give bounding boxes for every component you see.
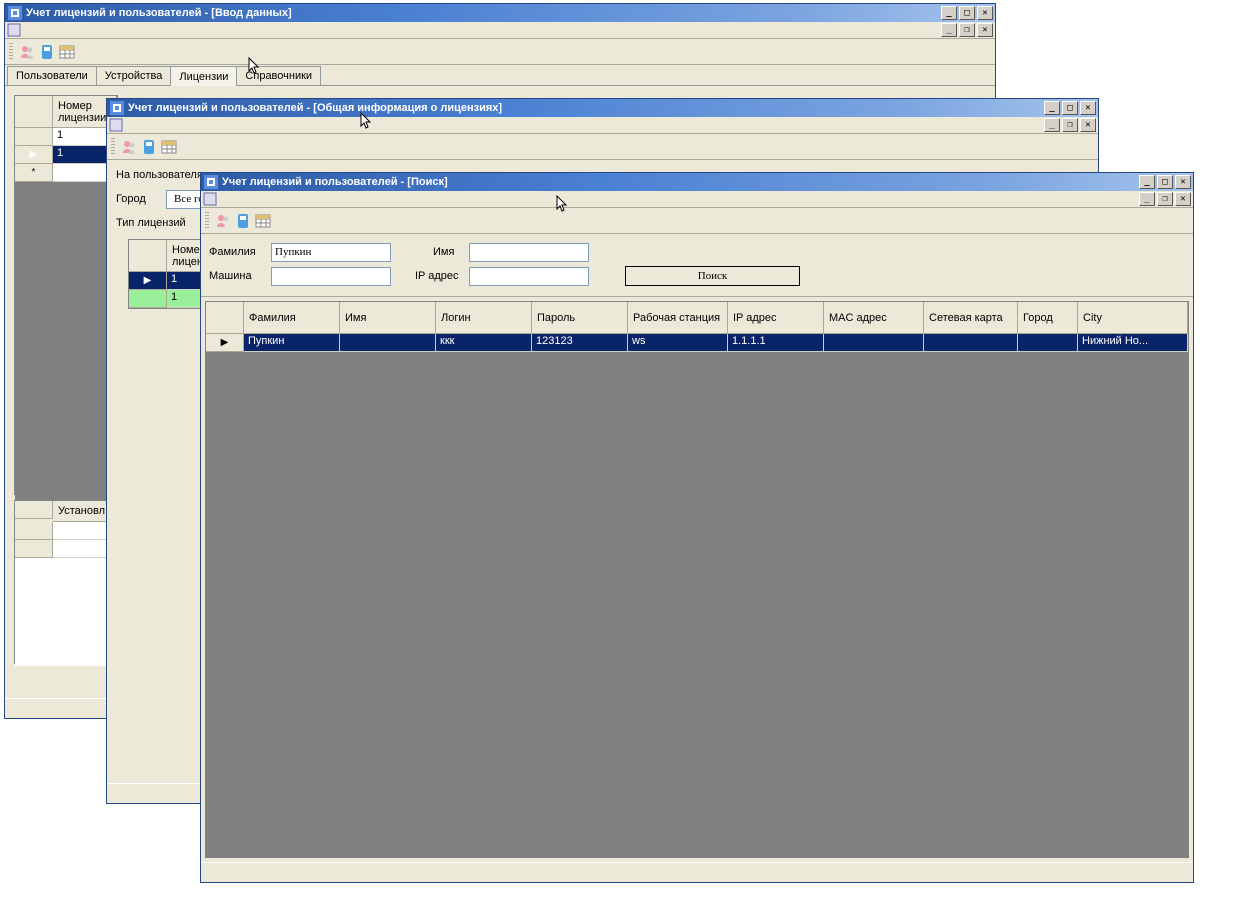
user-icon[interactable] (19, 44, 35, 60)
row-marker (129, 290, 167, 308)
close-button[interactable]: ✕ (1175, 175, 1191, 189)
key-icon[interactable] (235, 213, 251, 229)
mdi-bar-win1: _ ❐ ✕ (5, 22, 995, 39)
col-lastname[interactable]: Фамилия (244, 302, 340, 334)
titlebar-win2[interactable]: Учет лицензий и пользователей - [Общая и… (107, 99, 1098, 117)
app-icon (8, 6, 22, 20)
results-grid[interactable]: Фамилия Имя Логин Пароль Рабочая станция… (205, 301, 1189, 858)
firstname-input[interactable] (469, 243, 589, 262)
label-firstname: Имя (433, 246, 463, 258)
key-icon[interactable] (39, 44, 55, 60)
mdi-restore-button[interactable]: ❐ (1157, 192, 1173, 206)
tab-licenses[interactable]: Лицензии (170, 66, 237, 86)
col-workstation[interactable]: Рабочая станция (628, 302, 728, 334)
mdi-close-button[interactable]: ✕ (977, 23, 993, 37)
tabstrip-win1: Пользователи Устройства Лицензии Справоч… (5, 65, 995, 86)
minimize-button[interactable]: _ (1044, 101, 1060, 115)
label-per-user: На пользователя (116, 169, 203, 181)
mdi-minimize-button[interactable]: _ (941, 23, 957, 37)
table-icon[interactable] (59, 44, 75, 60)
mdi-close-button[interactable]: ✕ (1080, 118, 1096, 132)
mdi-restore-button[interactable]: ❐ (959, 23, 975, 37)
mdi-child-icon (109, 118, 123, 132)
label-lastname: Фамилия (209, 246, 265, 258)
statusbar-win3 (201, 862, 1193, 882)
toolbar-grip (111, 138, 115, 156)
col-login[interactable]: Логин (436, 302, 532, 334)
minimize-button[interactable]: _ (941, 6, 957, 20)
app-icon (204, 175, 218, 189)
user-icon[interactable] (215, 213, 231, 229)
row-marker (15, 128, 53, 146)
machine-input[interactable] (271, 267, 391, 286)
maximize-button[interactable]: □ (959, 6, 975, 20)
table-row[interactable] (15, 540, 117, 558)
mdi-minimize-button[interactable]: _ (1139, 192, 1155, 206)
title-text-win2: Учет лицензий и пользователей - [Общая и… (128, 102, 502, 114)
toolbar-win1 (5, 39, 995, 65)
table-icon[interactable] (161, 139, 177, 155)
tab-users[interactable]: Пользователи (7, 66, 97, 85)
title-text-win1: Учет лицензий и пользователей - [Ввод да… (26, 7, 292, 19)
maximize-button[interactable]: □ (1062, 101, 1078, 115)
mdi-bar-win2: _ ❐ ✕ (107, 117, 1098, 134)
table-row[interactable]: ▶ Пупкин ккк 123123 ws 1.1.1.1 Нижний Но… (206, 334, 1188, 352)
mdi-close-button[interactable]: ✕ (1175, 192, 1191, 206)
ip-input[interactable] (469, 267, 589, 286)
lastname-input[interactable] (271, 243, 391, 262)
col-firstname[interactable]: Имя (340, 302, 436, 334)
table-row[interactable]: * (15, 164, 117, 182)
label-city: Город (116, 193, 160, 205)
minimize-button[interactable]: _ (1139, 175, 1155, 189)
maximize-button[interactable]: □ (1157, 175, 1173, 189)
grid-body-empty (206, 352, 1188, 857)
license-grid-top[interactable]: Номер лицензии 1 ▶ 1 * (14, 95, 118, 495)
license-grid-bottom[interactable]: Установл. (14, 500, 118, 664)
mdi-minimize-button[interactable]: _ (1044, 118, 1060, 132)
mdi-restore-button[interactable]: ❐ (1062, 118, 1078, 132)
table-row[interactable]: ▶ 1 (15, 146, 117, 164)
search-button[interactable]: Поиск (625, 266, 800, 286)
col-password[interactable]: Пароль (532, 302, 628, 334)
key-icon[interactable] (141, 139, 157, 155)
window-search: Учет лицензий и пользователей - [Поиск] … (200, 172, 1194, 883)
search-panel: Фамилия Имя Машина IP адрес Поиск (201, 234, 1193, 297)
row-marker: ▶ (15, 146, 53, 164)
app-icon (110, 101, 124, 115)
col-netcard[interactable]: Сетевая карта (924, 302, 1018, 334)
table-row[interactable] (15, 522, 117, 540)
tab-devices[interactable]: Устройства (96, 66, 172, 85)
mdi-bar-win3: _ ❐ ✕ (201, 191, 1193, 208)
tab-references[interactable]: Справочники (236, 66, 321, 85)
table-icon[interactable] (255, 213, 271, 229)
mdi-child-icon (7, 23, 21, 37)
label-ip: IP адрес (415, 270, 463, 282)
col-mac[interactable]: MAC адрес (824, 302, 924, 334)
results-container: Фамилия Имя Логин Пароль Рабочая станция… (201, 297, 1193, 862)
toolbar-win3 (201, 208, 1193, 234)
title-text-win3: Учет лицензий и пользователей - [Поиск] (222, 176, 448, 188)
toolbar-grip (9, 43, 13, 61)
label-machine: Машина (209, 270, 265, 282)
close-button[interactable]: ✕ (1080, 101, 1096, 115)
user-icon[interactable] (121, 139, 137, 155)
row-marker: ▶ (129, 272, 167, 290)
col-ip[interactable]: IP адрес (728, 302, 824, 334)
toolbar-grip (205, 212, 209, 230)
row-marker: ▶ (206, 334, 244, 352)
toolbar-win2 (107, 134, 1098, 160)
titlebar-win3[interactable]: Учет лицензий и пользователей - [Поиск] … (201, 173, 1193, 191)
titlebar-win1[interactable]: Учет лицензий и пользователей - [Ввод да… (5, 4, 995, 22)
close-button[interactable]: ✕ (977, 6, 993, 20)
row-marker: * (15, 164, 53, 182)
mdi-child-icon (203, 192, 217, 206)
label-license-type: Тип лицензий (116, 217, 186, 229)
table-row[interactable]: 1 (15, 128, 117, 146)
col-city-ru[interactable]: Город (1018, 302, 1078, 334)
col-city-en[interactable]: City (1078, 302, 1188, 334)
